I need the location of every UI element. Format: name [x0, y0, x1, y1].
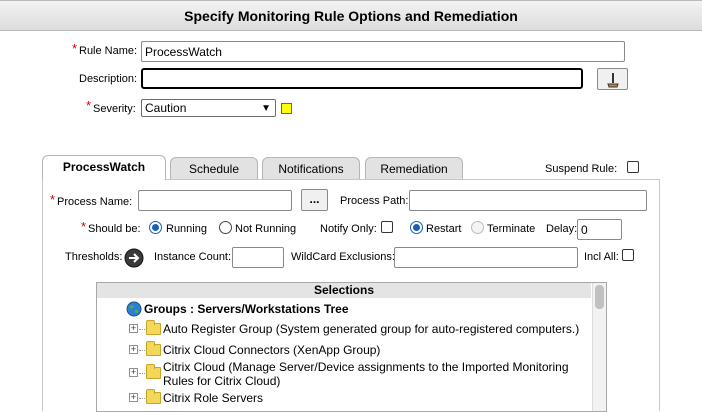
tab-remediation[interactable]: Remediation: [365, 157, 463, 180]
tree-connector: [139, 350, 145, 351]
process-path-input[interactable]: [409, 190, 647, 211]
required-marker: *: [50, 192, 56, 207]
tab-processwatch[interactable]: ProcessWatch: [42, 155, 166, 180]
vertical-scrollbar[interactable]: [592, 283, 606, 411]
folder-icon: [146, 389, 161, 404]
suspend-rule-checkbox[interactable]: [627, 161, 639, 173]
severity-value: Caution: [145, 101, 187, 115]
wildcard-exclusions-label: WildCard Exclusions:: [291, 251, 395, 263]
browse-label: ...: [309, 192, 320, 206]
suspend-rule-label: Suspend Rule:: [545, 163, 618, 175]
process-name-input[interactable]: [138, 190, 292, 211]
description-input[interactable]: [141, 68, 583, 89]
selections-panel[interactable]: Selections Groups : Servers/Workstations…: [96, 282, 607, 412]
expand-icon[interactable]: +: [129, 393, 138, 402]
tab-schedule[interactable]: Schedule: [170, 157, 258, 180]
tree-item-label-line2[interactable]: Rules for Citrix Cloud): [163, 374, 280, 388]
process-name-label: Process Name:: [57, 196, 133, 208]
required-marker: *: [86, 98, 92, 113]
terminate-label: Terminate: [487, 223, 536, 235]
severity-select[interactable]: Caution ▼: [141, 99, 276, 117]
arrow-right-circle-icon: [124, 248, 144, 268]
tree-item-label[interactable]: Auto Register Group (System generated gr…: [163, 322, 579, 336]
tree-item-label-line1[interactable]: Citrix Cloud (Manage Server/Device assig…: [163, 360, 569, 374]
description-label: Description:: [79, 73, 138, 85]
running-label: Running: [166, 223, 207, 235]
tab-label: ProcessWatch: [62, 160, 146, 174]
process-path-label: Process Path:: [340, 195, 409, 207]
tab-label: Notifications: [278, 162, 344, 176]
wildcard-exclusions-input[interactable]: [394, 247, 578, 268]
notify-only-checkbox[interactable]: [381, 221, 393, 233]
restart-label: Restart: [426, 223, 462, 235]
running-radio[interactable]: [149, 221, 162, 234]
folder-icon: [146, 364, 161, 379]
tree-item-label[interactable]: Citrix Cloud Connectors (XenApp Group): [163, 343, 380, 357]
expand-icon[interactable]: +: [129, 324, 138, 333]
required-marker: *: [72, 41, 78, 56]
tree-connector: [139, 373, 145, 374]
globe-icon: [126, 301, 142, 317]
not-running-label: Not Running: [235, 223, 297, 235]
notify-only-label: Notify Only:: [320, 223, 377, 235]
folder-icon: [146, 320, 161, 335]
dialog-title: Specify Monitoring Rule Options and Reme…: [184, 8, 518, 24]
tree-item-label[interactable]: Citrix Role Servers: [163, 391, 263, 405]
pen-icon: [606, 73, 619, 88]
tab-notifications[interactable]: Notifications: [262, 157, 360, 180]
severity-color-swatch: [281, 103, 292, 114]
incl-all-label: Incl All:: [584, 251, 619, 263]
rule-name-label: Rule Name:: [79, 45, 138, 57]
expand-icon[interactable]: +: [129, 368, 138, 377]
incl-all-checkbox[interactable]: [622, 249, 634, 261]
required-marker: *: [81, 219, 87, 234]
restart-radio[interactable]: [410, 221, 423, 234]
tree-connector: [139, 329, 145, 330]
delay-input[interactable]: [577, 219, 622, 240]
browse-process-button[interactable]: ...: [301, 189, 328, 211]
terminate-radio[interactable]: [471, 221, 484, 234]
edit-description-button[interactable]: [597, 68, 628, 90]
tree-root-label[interactable]: Groups : Servers/Workstations Tree: [144, 302, 349, 316]
selections-header: Selections: [97, 283, 591, 298]
should-be-label: Should be:: [88, 223, 141, 235]
thresholds-button[interactable]: [124, 248, 144, 268]
tab-label: Remediation: [380, 162, 448, 176]
thresholds-label: Thresholds:: [65, 251, 123, 263]
selections-title: Selections: [313, 283, 375, 297]
not-running-radio[interactable]: [219, 221, 232, 234]
rule-name-input[interactable]: [141, 41, 625, 62]
tree-connector: [139, 398, 145, 399]
expand-icon[interactable]: +: [129, 345, 138, 354]
instance-count-input[interactable]: [232, 247, 284, 268]
severity-label: Severity:: [93, 103, 136, 115]
tab-label: Schedule: [188, 162, 240, 176]
instance-count-label: Instance Count:: [154, 251, 232, 263]
dialog-header: Specify Monitoring Rule Options and Reme…: [0, 0, 702, 31]
delay-label: Delay:: [546, 223, 578, 235]
folder-icon: [146, 341, 161, 356]
scrollbar-thumb[interactable]: [595, 285, 604, 309]
chevron-down-icon: ▼: [261, 103, 271, 114]
